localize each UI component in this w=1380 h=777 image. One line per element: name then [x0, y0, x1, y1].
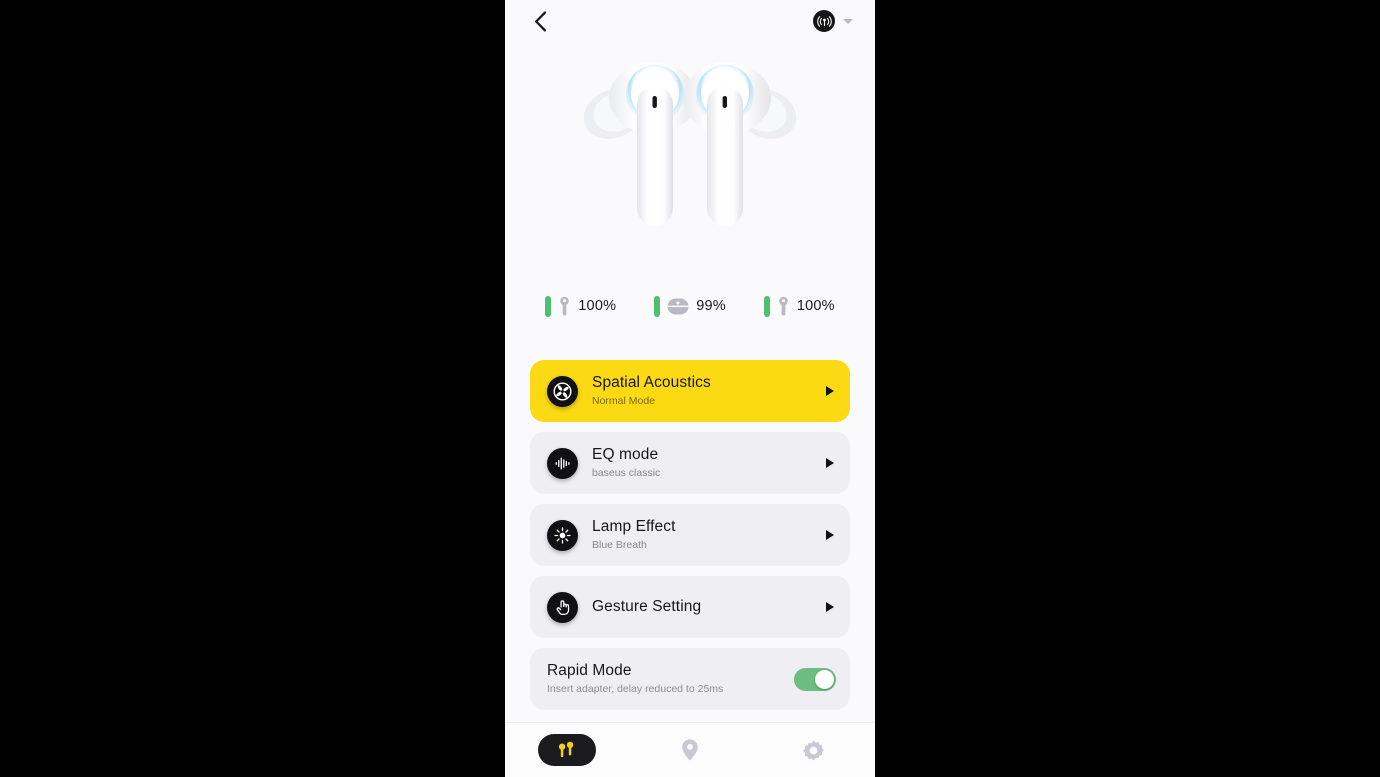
card-text: Lamp Effect Blue Breath [592, 518, 818, 552]
card-text: Spatial Acoustics Normal Mode [592, 374, 818, 408]
gear-settings-icon [802, 740, 824, 760]
card-subtitle: Normal Mode [592, 395, 656, 407]
nav-item-device[interactable] [505, 723, 628, 777]
chevron-right-icon [826, 530, 834, 540]
screen-canvas: 100% 99% 100% Spatial Acoustics Normal M… [0, 0, 1380, 777]
broadcast-signal-icon [813, 10, 835, 32]
equalizer-waveform-icon [547, 447, 578, 479]
spatial-audio-icon [547, 375, 578, 407]
chevron-down-icon [843, 18, 853, 24]
earbuds-icon [558, 741, 573, 758]
phone-app-viewport: 100% 99% 100% Spatial Acoustics Normal M… [505, 0, 875, 777]
card-title: Gesture Setting [592, 598, 702, 615]
card-title: EQ mode [592, 446, 659, 463]
chevron-left-icon [534, 10, 546, 32]
card-subtitle: Blue Breath [592, 539, 647, 551]
active-tab-pill [537, 734, 596, 766]
top-bar [505, 0, 875, 42]
battery-left-earbud: 100% [545, 295, 617, 317]
nav-item-location[interactable] [628, 723, 751, 777]
feature-card-list: Spatial Acoustics Normal Mode EQ mode ba… [505, 360, 875, 716]
chevron-right-icon [826, 386, 834, 396]
right-earbud-icon [779, 296, 788, 315]
card-lamp-effect[interactable]: Lamp Effect Blue Breath [530, 504, 850, 566]
battery-level-bar [545, 295, 552, 317]
card-subtitle: Insert adapter, delay reduced to 25ms [547, 683, 724, 695]
card-title: Spatial Acoustics [592, 374, 711, 391]
location-pin-icon [682, 739, 698, 761]
back-button[interactable] [527, 8, 553, 34]
battery-level-bar [763, 295, 770, 317]
hand-tap-gesture-icon [547, 591, 578, 623]
rapid-mode-toggle[interactable] [794, 667, 836, 691]
lamp-brightness-icon [547, 519, 578, 551]
nav-item-settings[interactable] [752, 723, 875, 777]
bottom-navigation [505, 722, 875, 777]
battery-charging-case: 99% [654, 295, 726, 317]
card-text: Gesture Setting [592, 597, 818, 617]
battery-right-earbud: 100% [763, 295, 835, 317]
battery-status-row: 100% 99% 100% [505, 280, 875, 332]
charging-case-icon [667, 298, 689, 314]
chevron-right-icon [826, 602, 834, 612]
left-earbud-icon [560, 296, 570, 315]
card-text: Rapid Mode Insert adapter, delay reduced… [547, 662, 794, 696]
card-text: EQ mode baseus classic [592, 446, 818, 480]
battery-level-bar [654, 295, 661, 317]
battery-value: 100% [796, 298, 835, 314]
device-selector[interactable] [813, 10, 853, 32]
toggle-knob [815, 669, 834, 689]
battery-value: 100% [578, 298, 617, 314]
earbuds-product-image [505, 42, 875, 280]
card-subtitle: baseus classic [592, 467, 661, 479]
card-title: Rapid Mode [547, 662, 632, 679]
card-title: Lamp Effect [592, 518, 676, 535]
card-gesture-setting[interactable]: Gesture Setting [530, 576, 850, 638]
spacer [505, 332, 875, 360]
battery-value: 99% [696, 298, 726, 314]
card-eq-mode[interactable]: EQ mode baseus classic [530, 432, 850, 494]
card-rapid-mode[interactable]: Rapid Mode Insert adapter, delay reduced… [530, 648, 850, 710]
chevron-right-icon [826, 458, 834, 468]
card-spatial-acoustics[interactable]: Spatial Acoustics Normal Mode [530, 360, 850, 422]
